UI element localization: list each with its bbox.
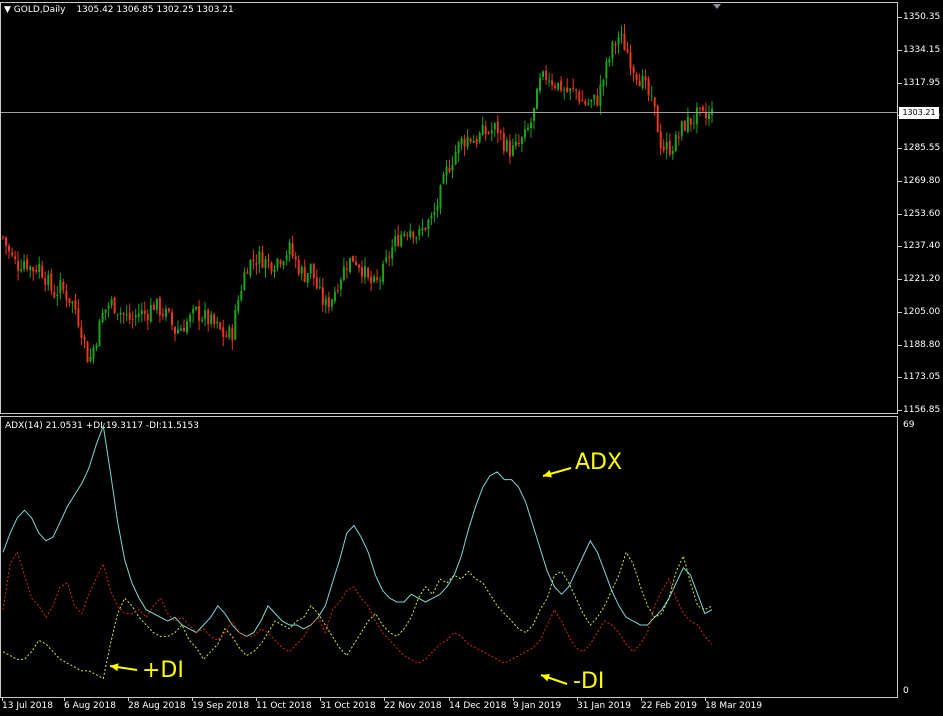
ohlc-readout: 1305.42 1306.85 1302.25 1303.21 (76, 5, 234, 15)
price-scale-tick (898, 180, 902, 182)
time-axis-label: 19 Sep 2018 (192, 701, 250, 711)
time-axis-label: 22 Nov 2018 (384, 701, 442, 711)
minus-di-annotation: -DI (573, 669, 605, 694)
price-scale-label: 1237.40 (903, 241, 941, 252)
price-scale-label: 1173.05 (903, 372, 941, 383)
time-axis-label: 14 Dec 2018 (449, 701, 507, 711)
price-scale-label: 1269.80 (903, 175, 941, 186)
chart-window[interactable]: ▼ GOLD,Daily 1305.42 1306.85 1302.25 130… (0, 0, 943, 716)
price-scale-label: 1350.35 (903, 12, 941, 22)
price-scale-label: 1285.55 (903, 143, 941, 153)
price-scale-tick (898, 82, 902, 84)
time-axis-label: 11 Oct 2018 (256, 701, 312, 711)
time-axis-label: 28 Aug 2018 (128, 701, 186, 711)
dropdown-triangle-icon[interactable]: ▼ (4, 5, 11, 15)
current-price-tag: 1303.21 (899, 107, 939, 119)
indicator-scale-top: 69 (903, 420, 915, 430)
indicator-header: ADX(14) 21.0531 +DI:19.3117 -DI:11.5153 (5, 421, 199, 431)
price-scale-label: 1205.00 (903, 306, 941, 317)
time-axis-label: 18 Mar 2019 (705, 701, 763, 711)
price-scale-tick (898, 410, 902, 411)
price-scale-label: 1317.95 (903, 77, 941, 88)
time-axis-label: 31 Jan 2019 (577, 701, 631, 711)
time-axis-label: 9 Jan 2019 (513, 701, 562, 711)
chart-header: ▼ GOLD,Daily 1305.42 1306.85 1302.25 130… (4, 5, 234, 15)
price-scale-tick (898, 344, 902, 346)
price-scale-label: 1221.20 (903, 274, 941, 284)
price-scale-tick (898, 377, 902, 379)
price-pane[interactable] (0, 2, 898, 414)
price-scale-tick (898, 148, 902, 149)
symbol-label: GOLD,Daily (13, 5, 66, 15)
price-scale-tick (898, 213, 902, 215)
price-scale-label: 1156.85 (903, 405, 941, 415)
price-scale-tick (898, 311, 902, 313)
time-axis-label: 13 Jul 2018 (2, 701, 53, 711)
price-scale-tick (898, 17, 902, 18)
time-axis[interactable]: 13 Jul 2018 6 Aug 2018 28 Aug 2018 19 Sep 2… (0, 698, 898, 716)
time-axis-label: 31 Oct 2018 (320, 701, 376, 711)
price-scale-tick (898, 246, 902, 248)
time-axis-label: 6 Aug 2018 (64, 701, 116, 711)
price-scale-tick (898, 49, 902, 51)
price-scale-label: 1334.15 (903, 44, 941, 55)
plus-di-annotation: +DI (142, 658, 184, 683)
price-scale-label: 1188.80 (903, 339, 941, 350)
price-scale-label: 1253.60 (903, 208, 941, 219)
indicator-pane[interactable] (0, 416, 898, 698)
price-scale-tick (898, 279, 902, 280)
indicator-scale-bottom: 0 (903, 686, 909, 696)
adx-annotation: ADX (575, 450, 623, 475)
time-axis-label: 22 Feb 2019 (641, 701, 698, 711)
price-scale[interactable]: 1350.351334.151317.951301.751285.551269.… (898, 0, 943, 415)
